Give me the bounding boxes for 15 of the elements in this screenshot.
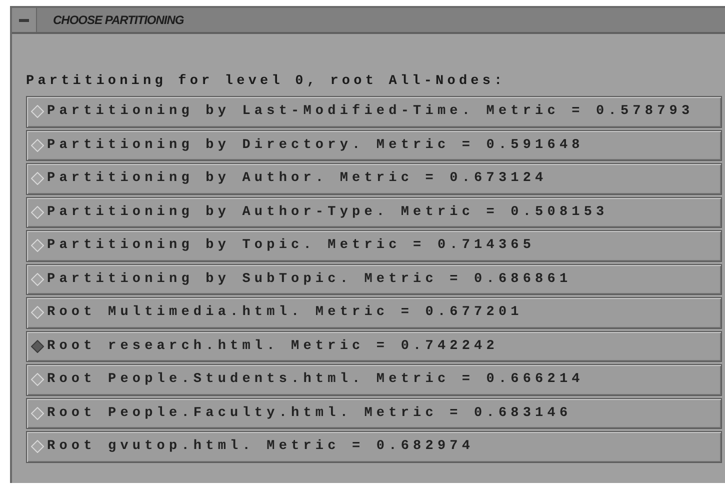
window-menu-button[interactable] <box>12 8 37 32</box>
option-row[interactable]: Partitioning by Author-Type. Metric = 0.508153 <box>26 196 722 228</box>
option-row[interactable]: Partitioning by Topic. Metric = 0.714365 <box>26 230 722 262</box>
option-row[interactable]: Partitioning by Last-Modified-Time. Metric = 0.578793 <box>26 96 722 128</box>
option-row[interactable]: Root research.html. Metric = 0.742242 <box>26 330 722 362</box>
option-row[interactable]: Root gvutop.html. Metric = 0.682974 <box>26 431 722 462</box>
option-row[interactable]: Root People.Students.html. Metric = 0.666214 <box>26 364 722 396</box>
heading-text: Partitioning for level 0, root All-Nodes: <box>26 74 507 89</box>
window-title: CHOOSE PARTITIONING <box>53 13 184 27</box>
option-row[interactable]: Root Multimedia.html. Metric = 0.677201 <box>26 297 722 328</box>
radio-diamond-icon[interactable] <box>31 340 44 353</box>
option-row[interactable]: Partitioning by SubTopic. Metric = 0.686861 <box>26 264 722 295</box>
option-row[interactable]: Root People.Faculty.html. Metric = 0.683146 <box>26 398 722 429</box>
option-row[interactable]: Partitioning by Author. Metric = 0.673124 <box>26 163 722 194</box>
option-row[interactable]: Partitioning by Directory. Metric = 0.591648 <box>26 130 722 161</box>
